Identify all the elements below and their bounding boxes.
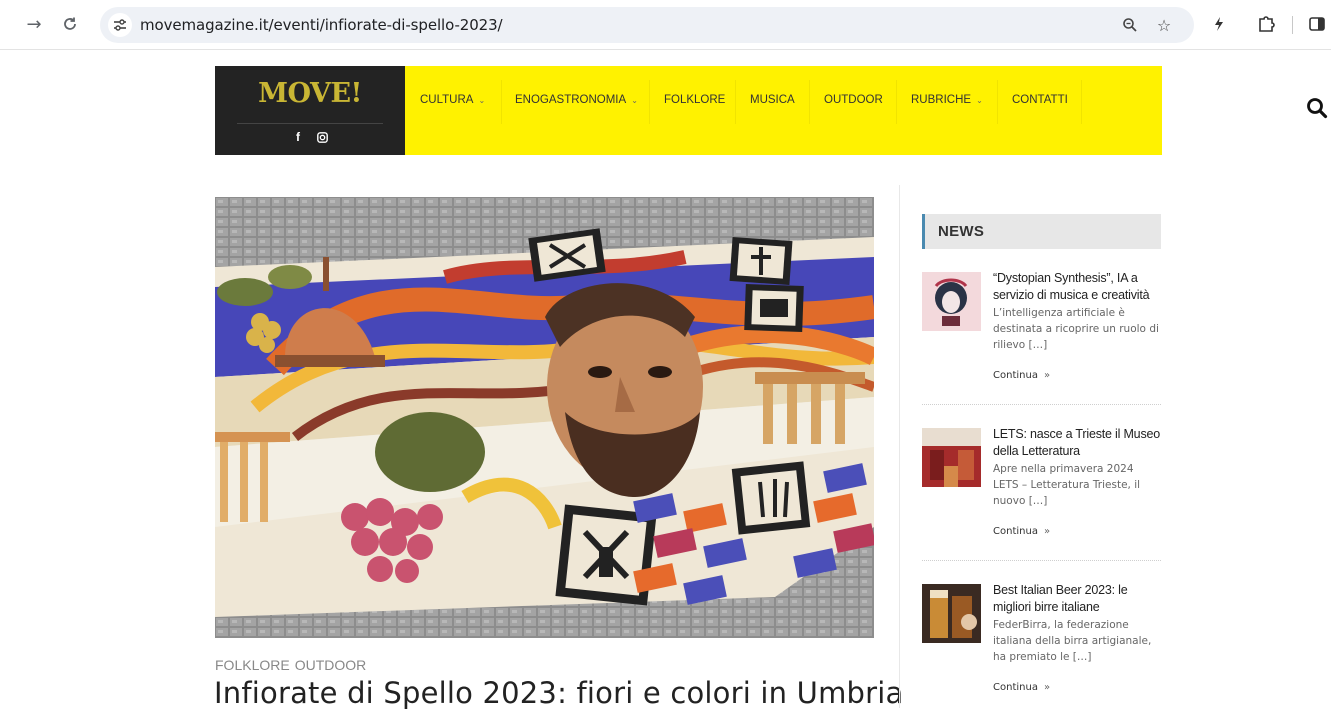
zoom-icon[interactable] [1120, 15, 1140, 35]
news-item: Best Italian Beer 2023: le migliori birr… [922, 582, 1161, 700]
url-text[interactable]: movemagazine.it/eventi/infiorate-di-spel… [140, 16, 503, 34]
site-info-icon[interactable] [108, 13, 132, 37]
menu-separator [1081, 80, 1082, 124]
instagram-icon[interactable] [316, 130, 328, 144]
news-item: LETS: nasce a Trieste il Museo della Let… [922, 426, 1161, 544]
menu-separator [501, 80, 502, 124]
news-heading: NEWS [938, 223, 985, 240]
continua-link[interactable]: Continua » [993, 526, 1050, 537]
forward-icon[interactable]: → [22, 12, 46, 36]
menu-item-label: CULTURA [420, 94, 474, 106]
browser-toolbar: → movemagazine.it/eventi/infiorate-di-sp… [0, 0, 1331, 50]
sidebar-divider [899, 185, 900, 708]
post-categories: FOLKLORE OUTDOOR [215, 657, 371, 673]
logo-block: MOVE! f [215, 66, 405, 155]
continua-label: Continua [993, 682, 1038, 693]
menu-item-musica[interactable]: MUSICA [750, 94, 795, 106]
menu-item-label: MUSICA [750, 94, 795, 106]
news-item: “Dystopian Synthesis”, IA a servizio di … [922, 270, 1161, 388]
news-thumbnail[interactable] [922, 584, 981, 643]
news-excerpt: Apre nella primavera 2024 LETS – Lettera… [993, 463, 1141, 507]
menu-item-label: ENOGASTRONOMIA [515, 94, 627, 106]
menu-item-outdoor[interactable]: OUTDOOR [824, 94, 883, 106]
news-title-link[interactable]: Best Italian Beer 2023: le migliori birr… [993, 582, 1161, 616]
menu-separator [735, 80, 736, 124]
category-link-folklore[interactable]: FOLKLORE [215, 657, 290, 673]
news-excerpt: FederBirra, la federazione italiana dell… [993, 619, 1152, 663]
chevron-down-icon: ⌄ [478, 95, 486, 105]
logo-divider [237, 123, 383, 124]
menu-separator [809, 80, 810, 124]
news-divider [922, 560, 1161, 561]
continua-link[interactable]: Continua » [993, 682, 1050, 693]
news-divider [922, 404, 1161, 405]
menu-item-label: OUTDOOR [824, 94, 883, 106]
news-widget-header: NEWS [922, 214, 1161, 249]
news-thumbnail[interactable] [922, 428, 981, 487]
menu-separator [997, 80, 998, 124]
double-chevron-right-icon: » [1043, 370, 1051, 381]
menu-separator [649, 80, 650, 124]
continua-link[interactable]: Continua » [993, 370, 1050, 381]
social-links: f [215, 130, 405, 144]
site-logo[interactable]: MOVE! [215, 78, 405, 109]
search-icon[interactable] [1305, 96, 1329, 120]
extension-bolt-icon[interactable] [1208, 13, 1230, 35]
continua-label: Continua [993, 370, 1038, 381]
news-title-link[interactable]: LETS: nasce a Trieste il Museo della Let… [993, 426, 1161, 460]
menu-item-label: RUBRICHE [911, 94, 972, 106]
news-thumbnail[interactable] [922, 272, 981, 331]
extensions-puzzle-icon[interactable] [1255, 13, 1277, 35]
featured-image[interactable] [215, 197, 874, 638]
menu-separator [896, 80, 897, 124]
toolbar-divider [1292, 16, 1293, 34]
menu-item-folklore[interactable]: FOLKLORE [664, 94, 725, 106]
side-panel-icon[interactable] [1306, 13, 1328, 35]
menu-item-enogastronomia[interactable]: ENOGASTRONOMIA ⌄ [515, 94, 638, 106]
double-chevron-right-icon: » [1043, 682, 1051, 693]
reload-icon[interactable] [58, 12, 82, 36]
address-bar[interactable]: movemagazine.it/eventi/infiorate-di-spel… [100, 7, 1194, 43]
main-menu: CULTURA ⌄ ENOGASTRONOMIA ⌄ FOLKLORE MUSICA… [405, 66, 1328, 155]
post-title: Infiorate di Spello 2023: fiori e colori… [214, 676, 904, 710]
site-header: MOVE! f CULTURA ⌄ ENOGASTRONOMIA ⌄ FOLKLOR… [215, 66, 1328, 155]
chevron-down-icon: ⌄ [976, 95, 983, 105]
facebook-icon[interactable]: f [292, 130, 304, 144]
continua-label: Continua [993, 526, 1038, 537]
category-link-outdoor[interactable]: OUTDOOR [295, 657, 367, 673]
chevron-down-icon: ⌄ [631, 95, 638, 105]
news-excerpt: L’intelligenza artificiale è destinata a… [993, 307, 1159, 351]
news-title-link[interactable]: “Dystopian Synthesis”, IA a servizio di … [993, 270, 1161, 304]
double-chevron-right-icon: » [1043, 526, 1051, 537]
menu-item-label: CONTATTI [1012, 94, 1068, 106]
menu-item-cultura[interactable]: CULTURA ⌄ [420, 94, 485, 106]
menu-item-contatti[interactable]: CONTATTI [1012, 94, 1068, 106]
bookmark-star-icon[interactable]: ☆ [1154, 15, 1174, 35]
menu-item-rubriche[interactable]: RUBRICHE ⌄ [911, 94, 983, 106]
menu-item-label: FOLKLORE [664, 94, 726, 106]
